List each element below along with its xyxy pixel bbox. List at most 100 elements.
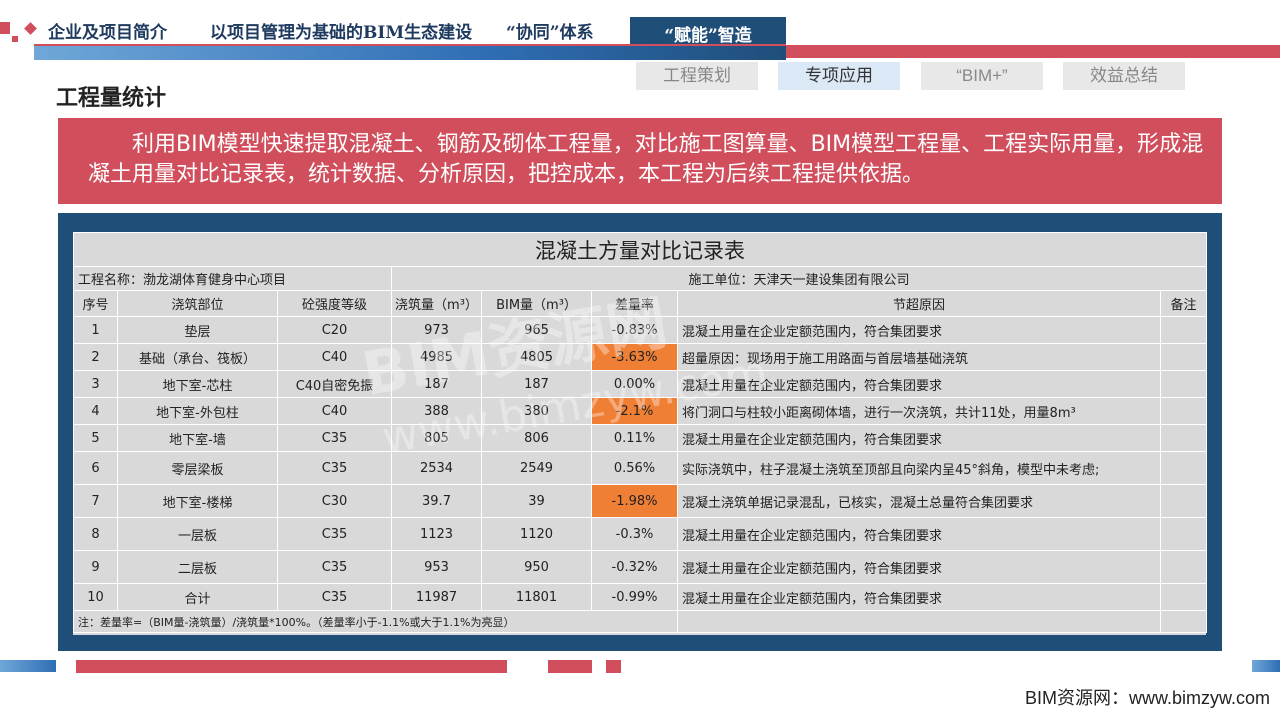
- cell-part: 地下室-外包柱: [117, 397, 278, 425]
- cell-poured: 187: [391, 370, 482, 398]
- cell-rate: -2.1%: [591, 397, 678, 425]
- nav-item-collaboration[interactable]: “协同”体系: [506, 18, 594, 43]
- cell-note: [1160, 316, 1207, 344]
- cell-note: [1160, 484, 1207, 518]
- tab-benefit-summary[interactable]: 效益总结: [1063, 62, 1185, 90]
- header-blue-bar: [34, 46, 786, 60]
- cell-part: 地下室-楼梯: [117, 484, 278, 518]
- cell-note: [1160, 583, 1207, 611]
- cell-bim: 187: [481, 370, 592, 398]
- cell-part: 二层板: [117, 550, 278, 584]
- table-row: 8 一层板 C35 1123 1120 -0.3% 混凝土用量在企业定额范围内，符合集团要求: [73, 517, 1207, 551]
- footnote-blank: [677, 610, 1161, 633]
- cell-reason: 混凝土用量在企业定额范围内，符合集团要求: [677, 316, 1161, 344]
- cell-part: 地下室-墙: [117, 424, 278, 452]
- cell-no: 6: [73, 451, 118, 485]
- nav-item-bim-ecosystem[interactable]: 以项目管理为基础的BIM生态建设: [210, 18, 472, 43]
- footer-decor-red-long: [76, 660, 507, 673]
- cell-note: [1160, 370, 1207, 398]
- cell-no: 1: [73, 316, 118, 344]
- cell-note: [1160, 451, 1207, 485]
- header-no: 序号: [73, 290, 118, 317]
- cell-poured: 4985: [391, 343, 482, 371]
- footer-decor-red-small: [606, 660, 621, 673]
- cell-no: 8: [73, 517, 118, 551]
- footer-decor-red-short: [548, 660, 592, 673]
- cell-poured: 388: [391, 397, 482, 425]
- table-row: 10 合计 C35 11987 11801 -0.99% 混凝土用量在企业定额范围内，符合集…: [73, 583, 1207, 611]
- table-row: 3 地下室-芯柱 C40自密免振 187 187 0.00% 混凝土用量在企业定额范围内，符…: [73, 370, 1207, 398]
- table-row: 2 基础（承台、筏板） C40 4985 4805 -3.63% 超量原因：现场用于施工用路…: [73, 343, 1207, 371]
- summary-text: 利用BIM模型快速提取混凝土、钢筋及砌体工程量，对比施工图算量、BIM模型工程量…: [58, 118, 1222, 204]
- cell-rate: -0.32%: [591, 550, 678, 584]
- construction-unit: 施工单位：天津天一建设集团有限公司: [391, 266, 1207, 291]
- cell-bim: 11801: [481, 583, 592, 611]
- table-row: 5 地下室-墙 C35 805 806 0.11% 混凝土用量在企业定额范围内，符合集团要求: [73, 424, 1207, 452]
- cell-note: [1160, 424, 1207, 452]
- header-poured: 浇筑量（m³）: [391, 290, 482, 317]
- cell-bim: 965: [481, 316, 592, 344]
- cell-grade: C40: [277, 397, 392, 425]
- top-navigation: 企业及项目简介 以项目管理为基础的BIM生态建设 “协同”体系 “赋能”智造: [0, 14, 786, 46]
- cell-grade: C35: [277, 550, 392, 584]
- table-row: 4 地下室-外包柱 C40 388 380 -2.1% 将门洞口与柱较小距离砌体墙，进行一次…: [73, 397, 1207, 425]
- footer-decor-blue-right: [1252, 660, 1280, 672]
- cell-grade: C20: [277, 316, 392, 344]
- cell-poured: 2534: [391, 451, 482, 485]
- cell-rate: 0.00%: [591, 370, 678, 398]
- cell-no: 4: [73, 397, 118, 425]
- cell-grade: C35: [277, 517, 392, 551]
- cell-part: 零层梁板: [117, 451, 278, 485]
- header-grade: 砼强度等级: [277, 290, 392, 317]
- cell-reason: 混凝土用量在企业定额范围内，符合集团要求: [677, 424, 1161, 452]
- cell-no: 5: [73, 424, 118, 452]
- cell-note: [1160, 550, 1207, 584]
- cell-poured: 11987: [391, 583, 482, 611]
- decor-square: [0, 22, 10, 34]
- cell-rate: 0.11%: [591, 424, 678, 452]
- cell-bim: 4805: [481, 343, 592, 371]
- cell-grade: C40自密免振: [277, 370, 392, 398]
- cell-note: [1160, 397, 1207, 425]
- cell-part: 合计: [117, 583, 278, 611]
- nav-item-empower[interactable]: “赋能”智造: [630, 17, 786, 46]
- cell-bim: 1120: [481, 517, 592, 551]
- cell-part: 一层板: [117, 517, 278, 551]
- cell-no: 10: [73, 583, 118, 611]
- nav-item-company[interactable]: 企业及项目简介: [48, 18, 167, 43]
- cell-poured: 39.7: [391, 484, 482, 518]
- cell-note: [1160, 517, 1207, 551]
- tab-bim-plus[interactable]: “BIM+”: [921, 62, 1043, 90]
- cell-reason: 混凝土用量在企业定额范围内，符合集团要求: [677, 517, 1161, 551]
- cell-reason: 混凝土浇筑单据记录混乱，已核实，混凝土总量符合集团要求: [677, 484, 1161, 518]
- cell-no: 7: [73, 484, 118, 518]
- tab-special-application[interactable]: 专项应用: [778, 62, 900, 90]
- cell-bim: 39: [481, 484, 592, 518]
- cell-rate: -0.83%: [591, 316, 678, 344]
- cell-rate: -0.3%: [591, 517, 678, 551]
- cell-reason: 混凝土用量在企业定额范围内，符合集团要求: [677, 550, 1161, 584]
- cell-rate: -3.63%: [591, 343, 678, 371]
- cell-poured: 973: [391, 316, 482, 344]
- cell-rate: -1.98%: [591, 484, 678, 518]
- cell-rate: -0.99%: [591, 583, 678, 611]
- cell-grade: C35: [277, 424, 392, 452]
- cell-bim: 806: [481, 424, 592, 452]
- cell-no: 9: [73, 550, 118, 584]
- cell-bim: 380: [481, 397, 592, 425]
- cell-bim: 950: [481, 550, 592, 584]
- cell-no: 2: [73, 343, 118, 371]
- cell-reason: 混凝土用量在企业定额范围内，符合集团要求: [677, 370, 1161, 398]
- footer-credit: BIM资源网：www.bimzyw.com: [1024, 688, 1270, 708]
- cell-rate: 0.56%: [591, 451, 678, 485]
- decor-square-small: [12, 36, 18, 42]
- cell-part: 地下室-芯柱: [117, 370, 278, 398]
- cell-grade: C40: [277, 343, 392, 371]
- cell-reason: 实际浇筑中，柱子混凝土浇筑至顶部且向梁内呈45°斜角，模型中未考虑;: [677, 451, 1161, 485]
- header-part: 浇筑部位: [117, 290, 278, 317]
- tab-planning[interactable]: 工程策划: [636, 62, 758, 90]
- cell-poured: 1123: [391, 517, 482, 551]
- header-note: 备注: [1160, 290, 1207, 317]
- footnote-blank: [1160, 610, 1207, 633]
- table-row: 6 零层梁板 C35 2534 2549 0.56% 实际浇筑中，柱子混凝土浇筑至顶部且向梁…: [73, 451, 1207, 485]
